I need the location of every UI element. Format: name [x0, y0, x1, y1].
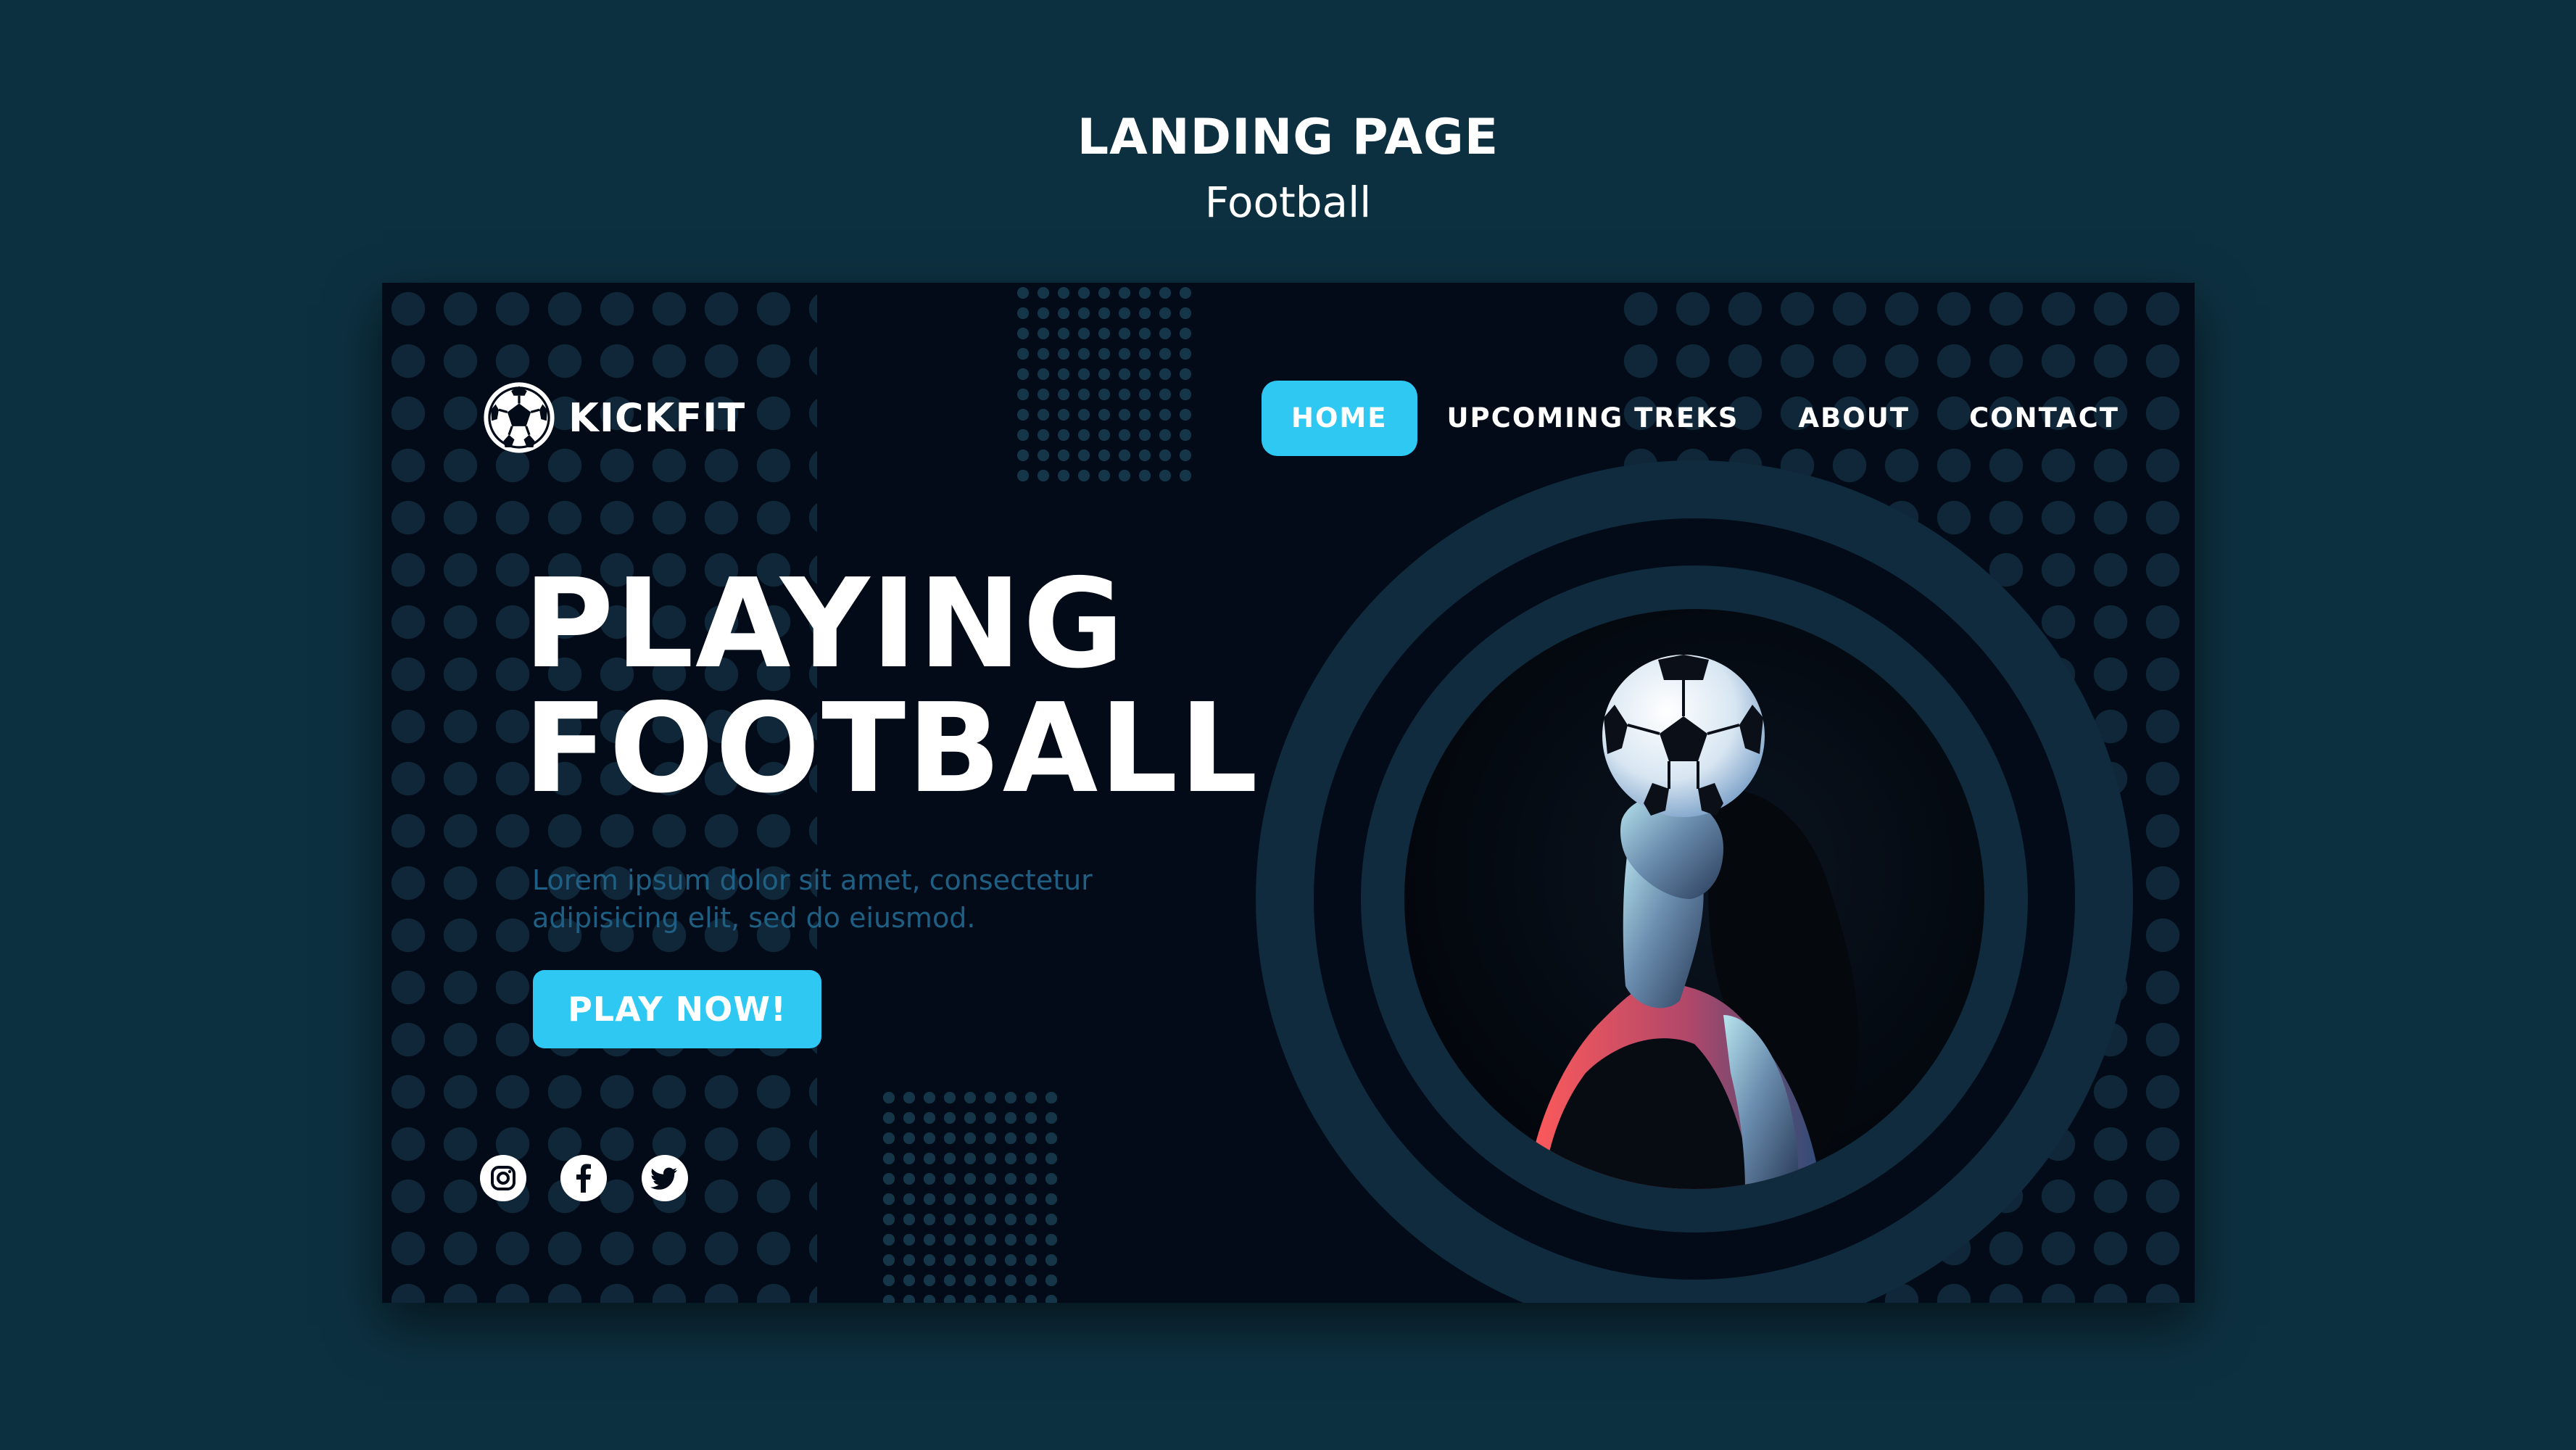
soccer-ball-icon [484, 382, 555, 453]
brand-name: KICKFIT [568, 394, 746, 441]
facebook-icon[interactable] [560, 1155, 607, 1201]
player-with-ball-illustration [1528, 655, 1859, 1189]
play-now-button[interactable]: PLAY NOW! [533, 970, 821, 1048]
nav-item-upcoming-treks[interactable]: UPCOMING TREKS [1417, 381, 1769, 456]
hero-description: Lorem ipsum dolor sit amet, consectetur … [532, 864, 1093, 934]
hero-photo [1404, 609, 1984, 1189]
decorative-dot-grid [1013, 283, 1198, 489]
nav-item-about[interactable]: ABOUT [1768, 381, 1939, 456]
nav-item-contact[interactable]: CONTACT [1939, 381, 2149, 456]
main-navigation: HOME UPCOMING TREKS ABOUT CONTACT [1262, 381, 2149, 456]
showcase-title: LANDING PAGE [1077, 109, 1499, 166]
instagram-icon[interactable] [480, 1155, 526, 1201]
nav-item-home[interactable]: HOME [1262, 381, 1417, 456]
showcase-subtitle: Football [1204, 178, 1372, 227]
hero-title-line-2: FOOTBALL [523, 677, 1259, 821]
brand-logo[interactable]: KICKFIT [480, 378, 745, 457]
hero-image-frame [1256, 460, 2133, 1303]
twitter-icon[interactable] [642, 1155, 688, 1201]
decorative-dot-grid [879, 1088, 1064, 1303]
hero-title: PLAYING FOOTBALL [523, 562, 1259, 811]
landing-page-mockup: KICKFIT HOME UPCOMING TREKS ABOUT CONTAC… [382, 283, 2195, 1303]
hero-title-line-1: PLAYING [523, 552, 1126, 696]
